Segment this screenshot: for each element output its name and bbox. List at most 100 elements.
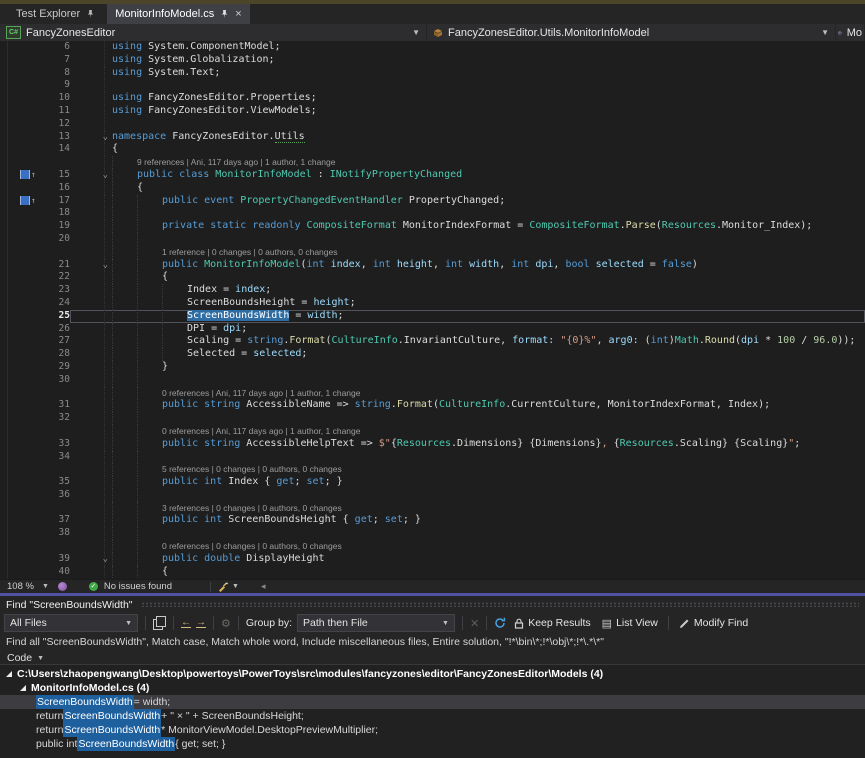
code-line[interactable]: 34: [0, 451, 865, 464]
codelens-row[interactable]: 0 references | 0 changes | 0 authors, 0 …: [0, 540, 865, 553]
code-line[interactable]: 22{: [0, 271, 865, 284]
line-number: 13: [44, 131, 70, 144]
fold-margin: [70, 323, 112, 336]
code-line[interactable]: 7using System.Globalization;: [0, 54, 865, 67]
code-line[interactable]: 26DPI = dpi;: [0, 323, 865, 336]
tab-monitorinfomodel[interactable]: MonitorInfoModel.cs ×: [107, 4, 249, 24]
code-line[interactable]: 9: [0, 79, 865, 92]
code-line[interactable]: 29}: [0, 361, 865, 374]
keep-results-toggle[interactable]: Keep Results: [511, 614, 593, 632]
code-line[interactable]: 40{: [0, 566, 865, 579]
codelens-row[interactable]: 0 references | Ani, 117 days ago | 1 aut…: [0, 387, 865, 400]
group-by-dropdown[interactable]: Path then File ▼: [297, 614, 455, 632]
code-line[interactable]: 39⌄public double DisplayHeight: [0, 553, 865, 566]
refresh-button[interactable]: [494, 617, 506, 629]
code-line[interactable]: 38: [0, 527, 865, 540]
options-icon[interactable]: ⚙: [221, 617, 231, 630]
modify-find-button[interactable]: Modify Find: [676, 614, 751, 632]
code-line[interactable]: 37public int ScreenBoundsHeight { get; s…: [0, 514, 865, 527]
divider: [462, 616, 463, 630]
line-number: [44, 425, 70, 438]
code-line[interactable]: 12: [0, 118, 865, 131]
editor-health-icon[interactable]: [58, 582, 67, 591]
copy-results-button[interactable]: [153, 616, 166, 630]
codelens-row[interactable]: 3 references | 0 changes | 0 authors, 0 …: [0, 502, 865, 515]
find-panel-title-bar[interactable]: Find "ScreenBoundsWidth": [0, 596, 865, 612]
code-line[interactable]: 24ScreenBoundsHeight = height;: [0, 297, 865, 310]
code-line[interactable]: 8using System.Text;: [0, 67, 865, 80]
code-filter-dropdown[interactable]: Code ▼: [0, 652, 865, 665]
code-line[interactable]: 16{: [0, 182, 865, 195]
match-suffix: = width;: [134, 695, 170, 709]
code-line[interactable]: 13⌄namespace FancyZonesEditor.Utils: [0, 131, 865, 144]
code-line[interactable]: ↑17public event PropertyChangedEventHand…: [0, 195, 865, 208]
find-group-row[interactable]: C:\Users\zhaopengwang\Desktop\powertoys\…: [0, 667, 865, 681]
close-icon[interactable]: ×: [235, 9, 241, 19]
group-by-label: Group by:: [246, 617, 292, 629]
code-line[interactable]: 36: [0, 489, 865, 502]
find-match-row[interactable]: public int ScreenBoundsWidth { get; set;…: [0, 737, 865, 751]
expander-triangle-icon[interactable]: [20, 685, 26, 691]
margin-change-icon[interactable]: ↑: [20, 170, 36, 179]
line-number: 22: [44, 271, 70, 284]
code-line[interactable]: 31public string AccessibleName => string…: [0, 399, 865, 412]
codelens-row[interactable]: 9 references | Ani, 117 days ago | 1 aut…: [0, 156, 865, 169]
code-line[interactable]: 20: [0, 233, 865, 246]
next-location-button[interactable]: →: [196, 618, 206, 628]
codelens-row[interactable]: 0 references | Ani, 117 days ago | 1 aut…: [0, 425, 865, 438]
pin-icon[interactable]: [220, 9, 229, 19]
pin-icon[interactable]: [86, 9, 95, 19]
expander-triangle-icon[interactable]: [6, 671, 12, 677]
fold-chevron-icon[interactable]: ⌄: [103, 169, 108, 182]
find-group-row[interactable]: MonitorInfoModel.cs (4): [0, 681, 865, 695]
code-line[interactable]: 19private static readonly CompositeForma…: [0, 220, 865, 233]
code-line[interactable]: 21⌄public MonitorInfoModel(int index, in…: [0, 259, 865, 272]
fold-chevron-icon[interactable]: ⌄: [103, 553, 108, 566]
tab-test-explorer[interactable]: Test Explorer: [8, 4, 103, 24]
member-dropdown[interactable]: Mo: [836, 24, 865, 41]
line-number: 15: [44, 169, 70, 182]
code-line[interactable]: 33public string AccessibleHelpText => $"…: [0, 438, 865, 451]
code-line[interactable]: 35public int Index { get; set; }: [0, 476, 865, 489]
code-line[interactable]: 11using FancyZonesEditor.ViewModels;: [0, 105, 865, 118]
type-dropdown[interactable]: FancyZonesEditor.Utils.MonitorInfoModel …: [427, 24, 836, 41]
find-match-row[interactable]: return ScreenBoundsWidth * MonitorViewMo…: [0, 723, 865, 737]
fold-margin: [70, 54, 112, 67]
glyph-margin: ↑: [0, 169, 44, 182]
find-match-row[interactable]: ScreenBoundsWidth = width;: [0, 695, 865, 709]
codelens-row[interactable]: 1 reference | 0 changes | 0 authors, 0 c…: [0, 246, 865, 259]
code-text: {: [112, 182, 865, 195]
code-line[interactable]: 28Selected = selected;: [0, 348, 865, 361]
codelens-text: 3 references | 0 changes | 0 authors, 0 …: [112, 502, 865, 515]
code-line[interactable]: 10using FancyZonesEditor.Properties;: [0, 92, 865, 105]
scope-dropdown[interactable]: All Files ▼: [4, 614, 138, 632]
code-text: public int ScreenBoundsHeight { get; set…: [112, 514, 865, 527]
code-line[interactable]: 18: [0, 207, 865, 220]
previous-location-button[interactable]: ←: [181, 618, 191, 628]
list-view-toggle[interactable]: ▤ List View: [599, 614, 661, 632]
find-match-row[interactable]: return ScreenBoundsWidth + " × " + Scree…: [0, 709, 865, 723]
fold-chevron-icon[interactable]: ⌄: [103, 131, 108, 144]
codelens-row[interactable]: 5 references | 0 changes | 0 authors, 0 …: [0, 463, 865, 476]
margin-change-icon[interactable]: ↑: [20, 196, 36, 205]
code-line[interactable]: 30: [0, 374, 865, 387]
code-line[interactable]: 14{: [0, 143, 865, 156]
code-editor[interactable]: 6using System.ComponentModel;7using Syst…: [0, 41, 865, 579]
zoom-level-select[interactable]: 108 % ▼: [4, 581, 52, 592]
fold-margin: [70, 489, 112, 502]
code-line[interactable]: 6using System.ComponentModel;: [0, 41, 865, 54]
fold-margin: ⌄: [70, 131, 112, 144]
project-dropdown[interactable]: C# FancyZonesEditor ▼: [0, 24, 427, 41]
fold-margin: [70, 387, 112, 400]
fold-chevron-icon[interactable]: ⌄: [103, 259, 108, 272]
scroll-left-arrow[interactable]: ◂: [261, 581, 266, 592]
code-line[interactable]: ↑15⌄public class MonitorInfoModel : INot…: [0, 169, 865, 182]
code-line[interactable]: 25ScreenBoundsWidth = width;: [0, 310, 865, 323]
code-line[interactable]: 27Scaling = string.Format(CultureInfo.In…: [0, 335, 865, 348]
fold-margin: [70, 220, 112, 233]
code-line[interactable]: 32: [0, 412, 865, 425]
code-line[interactable]: 23Index = index;: [0, 284, 865, 297]
fold-margin: [70, 399, 112, 412]
clear-results-button[interactable]: ✕: [470, 617, 479, 630]
code-cleanup-button[interactable]: ▼: [217, 581, 239, 592]
